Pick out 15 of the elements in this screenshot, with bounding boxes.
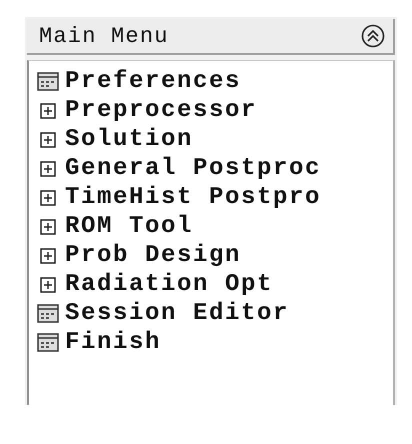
menu-item[interactable]: Prob Design (65, 242, 242, 269)
menu-item[interactable]: Finish (65, 329, 162, 356)
menu-item[interactable]: TimeHist Postpro (65, 184, 322, 211)
window-icon (37, 72, 59, 91)
window-icon (37, 304, 59, 323)
menu-item[interactable]: Radiation Opt (65, 271, 274, 298)
menu-item[interactable]: Session Editor (65, 300, 290, 327)
menu-item[interactable]: Solution (65, 126, 194, 153)
collapse-icon[interactable] (361, 24, 385, 48)
menu-item[interactable]: Preprocessor (65, 97, 258, 124)
menu-item[interactable]: Preferences (65, 68, 242, 95)
menu-item[interactable]: ROM Tool (65, 213, 194, 240)
menu-title: Main Menu (39, 24, 169, 48)
menu-item[interactable]: General Postproc (65, 155, 322, 182)
window-icon (37, 333, 59, 352)
